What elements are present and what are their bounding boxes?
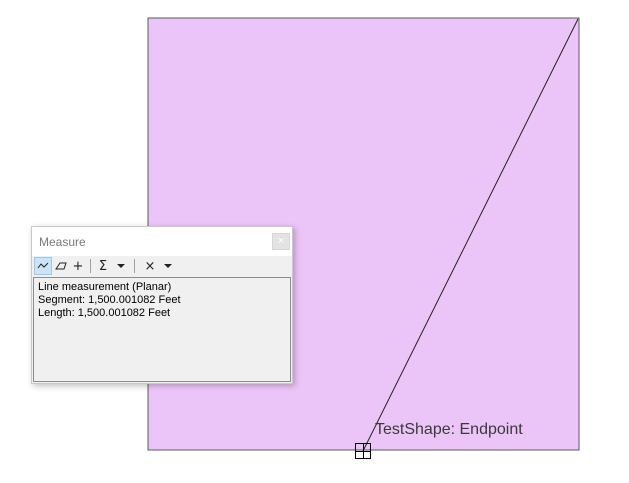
measure-titlebar[interactable]: Measure ×: [32, 227, 292, 256]
result-measurement-type: Line measurement (Planar): [38, 281, 172, 293]
result-length: Length: 1,500.001082 Feet: [38, 307, 171, 319]
close-button[interactable]: ×: [272, 233, 290, 250]
measure-window[interactable]: Measure × + Σ × Line measurement (Planar…: [31, 226, 293, 384]
toolbar-separator: [90, 259, 91, 273]
measure-line-button[interactable]: [34, 257, 52, 275]
chevron-down-icon: [117, 264, 125, 268]
measure-area-button[interactable]: [53, 257, 69, 275]
measure-feature-button[interactable]: +: [70, 257, 86, 275]
show-total-button[interactable]: Σ: [95, 257, 111, 275]
total-dropdown-button[interactable]: [114, 257, 128, 275]
area-measure-icon: [55, 262, 67, 270]
line-measure-icon: [37, 262, 49, 269]
measure-title: Measure: [39, 235, 86, 249]
chevron-down-icon: [164, 264, 172, 268]
clear-button[interactable]: ×: [142, 257, 158, 275]
toolbar-separator: [134, 259, 135, 273]
snap-tip-label: TestShape: Endpoint: [375, 421, 523, 438]
measure-toolbar: + Σ ×: [32, 256, 292, 276]
clear-icon: ×: [144, 258, 156, 274]
units-dropdown-button[interactable]: [161, 257, 175, 275]
snap-cursor-icon: [355, 443, 371, 459]
close-icon: ×: [277, 235, 285, 247]
result-segment: Segment: 1,500.001082 Feet: [38, 294, 181, 306]
sigma-icon: Σ: [98, 258, 108, 274]
plus-icon: +: [72, 258, 84, 274]
measure-results-panel: Line measurement (Planar) Segment: 1,500…: [33, 277, 291, 382]
